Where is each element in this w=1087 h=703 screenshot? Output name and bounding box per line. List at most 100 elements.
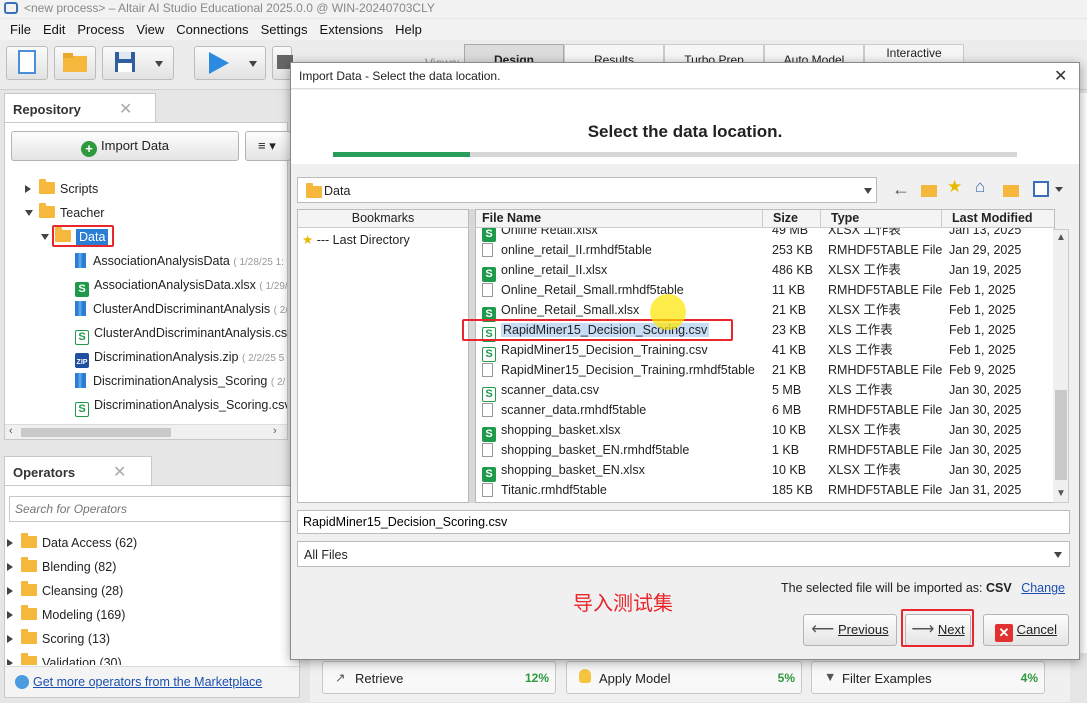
file-row[interactable]: online_retail_II.rmhdf5table 253 KB RMHDF5… bbox=[476, 240, 1054, 260]
view-mode-icon[interactable] bbox=[1033, 181, 1049, 197]
repository-tab[interactable]: Repository ✕ bbox=[4, 93, 156, 123]
collapse-arrow-icon[interactable] bbox=[25, 210, 33, 216]
operator-group-validation[interactable]: Validation (30) bbox=[7, 651, 122, 665]
file-row[interactable]: Sshopping_basket_EN.xlsx 10 KB XLSX 工作表 Jan… bbox=[476, 460, 1054, 482]
new-folder-icon[interactable] bbox=[1003, 185, 1019, 197]
file-row[interactable]: S RapidMiner15_Decision_Training.csv 41 KB… bbox=[476, 340, 1054, 362]
import-data-dialog: Import Data - Select the data location. … bbox=[290, 62, 1080, 660]
recommend-apply-model[interactable]: Apply Model 5% bbox=[566, 661, 802, 694]
column-file-name[interactable]: File Name bbox=[482, 210, 541, 227]
marketplace-bar: Get more operators from the Marketplace bbox=[5, 666, 299, 697]
expand-arrow-icon[interactable] bbox=[7, 587, 13, 595]
column-last-modified[interactable]: Last Modified bbox=[941, 210, 1054, 227]
menu-view[interactable]: View bbox=[130, 19, 170, 40]
operator-group-scoring[interactable]: Scoring (13) bbox=[7, 627, 110, 651]
tab-interactive[interactable]: Interactive bbox=[864, 44, 964, 62]
tree-item-scripts[interactable]: Scripts bbox=[25, 177, 98, 201]
expand-arrow-icon[interactable] bbox=[7, 563, 13, 571]
file-type: XLS 工作表 bbox=[828, 323, 893, 337]
scroll-thumb[interactable] bbox=[1055, 390, 1067, 480]
open-process-button[interactable] bbox=[54, 46, 96, 80]
run-process-button[interactable] bbox=[194, 46, 266, 80]
change-format-link[interactable]: Change bbox=[1021, 581, 1065, 595]
file-row[interactable]: scanner_data.rmhdf5table 6 MB RMHDF5TABLE … bbox=[476, 400, 1054, 420]
cancel-button[interactable]: ✕ Cancel bbox=[983, 614, 1069, 646]
column-size[interactable]: Size bbox=[762, 210, 820, 227]
operator-group-modeling[interactable]: Modeling (169) bbox=[7, 603, 125, 627]
tree-item-association-analysis-data[interactable]: AssociationAnalysisData ( 1/28/25 1: bbox=[75, 249, 284, 273]
operator-group-data-access[interactable]: Data Access (62) bbox=[7, 531, 137, 555]
scroll-right-icon[interactable]: › bbox=[273, 425, 277, 437]
new-process-button[interactable] bbox=[6, 46, 48, 80]
tree-item-discrimination-scoring[interactable]: DiscriminationAnalysis_Scoring ( 2/ bbox=[75, 369, 285, 393]
tree-item-discrimination-zip[interactable]: ZIP DiscriminationAnalysis.zip ( 2/2/25 5 bbox=[75, 345, 284, 369]
file-row[interactable]: Sscanner_data.csv 5 MB XLS 工作表 Jan 30, 2025 bbox=[476, 380, 1054, 402]
bookmark-last-directory[interactable]: ★ --- Last Directory bbox=[302, 232, 410, 247]
marketplace-link[interactable]: Get more operators from the Marketplace bbox=[33, 675, 262, 689]
tab-turbo-prep[interactable]: Turbo Prep bbox=[664, 44, 764, 62]
tree-item-association-analysis-xlsx[interactable]: S AssociationAnalysisData.xlsx ( 1/29/ bbox=[75, 273, 287, 297]
back-arrow-icon[interactable]: ← bbox=[892, 179, 910, 200]
close-icon[interactable]: ✕ bbox=[113, 462, 126, 482]
previous-button[interactable]: ⟵ Previous bbox=[803, 614, 897, 646]
file-modified: Jan 31, 2025 bbox=[949, 483, 1022, 497]
expand-arrow-icon[interactable] bbox=[25, 185, 31, 193]
tree-item-cluster-discriminant-csv[interactable]: S ClusterAndDiscriminantAnalysis.cs bbox=[75, 321, 287, 345]
view-mode-dropdown-icon[interactable] bbox=[1055, 187, 1063, 192]
file-row[interactable]: Online_Retail_Small.rmhdf5table 11 KB RMHD… bbox=[476, 280, 1054, 300]
expand-arrow-icon[interactable] bbox=[7, 539, 13, 547]
file-row[interactable]: Sshopping_basket.xlsx 10 KB XLSX 工作表 Jan 30… bbox=[476, 420, 1054, 442]
menu-edit[interactable]: Edit bbox=[37, 19, 71, 40]
import-data-button[interactable]: + Import Data bbox=[11, 131, 239, 161]
menu-help[interactable]: Help bbox=[389, 19, 428, 40]
file-row[interactable]: RapidMiner15_Decision_Training.rmhdf5tab… bbox=[476, 360, 1054, 380]
dialog-close-icon[interactable]: ✕ bbox=[1054, 66, 1067, 86]
home-icon[interactable]: ⌂ bbox=[975, 177, 985, 197]
menu-extensions[interactable]: Extensions bbox=[314, 19, 390, 40]
dialog-heading: Select the data location. bbox=[587, 122, 783, 141]
file-row[interactable]: S Online_Retail_Small.xlsx 21 KB XLSX 工作表 Fe… bbox=[476, 300, 1054, 322]
filename-input[interactable] bbox=[297, 510, 1070, 534]
repository-menu-button[interactable]: ≡ ▾ bbox=[245, 131, 291, 161]
file-row[interactable]: shopping_basket_EN.rmhdf5table 1 KB RMHDF5… bbox=[476, 440, 1054, 460]
operators-tab[interactable]: Operators ✕ bbox=[4, 456, 152, 486]
scroll-left-icon[interactable]: ‹ bbox=[9, 425, 13, 437]
expand-arrow-icon[interactable] bbox=[7, 635, 13, 643]
scroll-up-icon[interactable]: ▲ bbox=[1056, 232, 1066, 243]
file-size: 11 KB bbox=[772, 283, 806, 297]
tree-item-cluster-discriminant[interactable]: ClusterAndDiscriminantAnalysis ( 2/ bbox=[75, 297, 287, 321]
stop-process-button[interactable] bbox=[272, 46, 293, 80]
expand-arrow-icon[interactable] bbox=[7, 611, 13, 619]
tab-design[interactable]: Design bbox=[464, 44, 564, 62]
recommend-filter-examples[interactable]: ▼ Filter Examples 4% bbox=[811, 661, 1045, 694]
expand-arrow-icon[interactable] bbox=[7, 659, 13, 665]
collapse-arrow-icon[interactable] bbox=[41, 234, 49, 240]
tree-item-discrimination-scoring-csv[interactable]: S DiscriminationAnalysis_Scoring.csv bbox=[75, 393, 287, 417]
save-process-button[interactable] bbox=[102, 46, 174, 80]
up-folder-icon[interactable] bbox=[921, 185, 937, 197]
menu-file[interactable]: File bbox=[4, 19, 37, 40]
menu-connections[interactable]: Connections bbox=[170, 19, 254, 40]
close-icon[interactable]: ✕ bbox=[119, 99, 132, 119]
file-row[interactable]: Sonline_retail_II.xlsx 486 KB XLSX 工作表 Jan … bbox=[476, 260, 1054, 282]
column-type[interactable]: Type bbox=[820, 210, 942, 227]
repository-hscrollbar[interactable]: ‹ › bbox=[5, 424, 287, 439]
operators-search-input[interactable] bbox=[9, 496, 295, 522]
scroll-thumb[interactable] bbox=[21, 428, 171, 437]
tree-item-teacher[interactable]: Teacher bbox=[25, 201, 104, 225]
file-row[interactable]: S Online Retail.xlsx 49 MB XLSX 工作表 Jan 13, … bbox=[476, 228, 1054, 242]
file-row[interactable]: Titanic.rmhdf5table 185 KB RMHDF5TABLE Fil… bbox=[476, 480, 1054, 500]
location-combobox[interactable]: Data bbox=[297, 177, 877, 203]
menu-settings[interactable]: Settings bbox=[255, 19, 314, 40]
operator-group-blending[interactable]: Blending (82) bbox=[7, 555, 116, 579]
recommend-retrieve[interactable]: ↗ Retrieve 12% bbox=[322, 661, 556, 694]
data-table-icon bbox=[75, 253, 86, 268]
file-type-filter-select[interactable]: All Files bbox=[297, 541, 1070, 567]
scroll-down-icon[interactable]: ▼ bbox=[1056, 488, 1066, 499]
tab-results[interactable]: Results bbox=[564, 44, 664, 62]
files-vscrollbar[interactable]: ▲ ▼ bbox=[1053, 229, 1069, 503]
bookmark-star-icon[interactable]: ★ bbox=[947, 177, 962, 197]
tab-auto-model[interactable]: Auto Model bbox=[764, 44, 864, 62]
menu-process[interactable]: Process bbox=[71, 19, 130, 40]
operator-group-cleansing[interactable]: Cleansing (28) bbox=[7, 579, 123, 603]
